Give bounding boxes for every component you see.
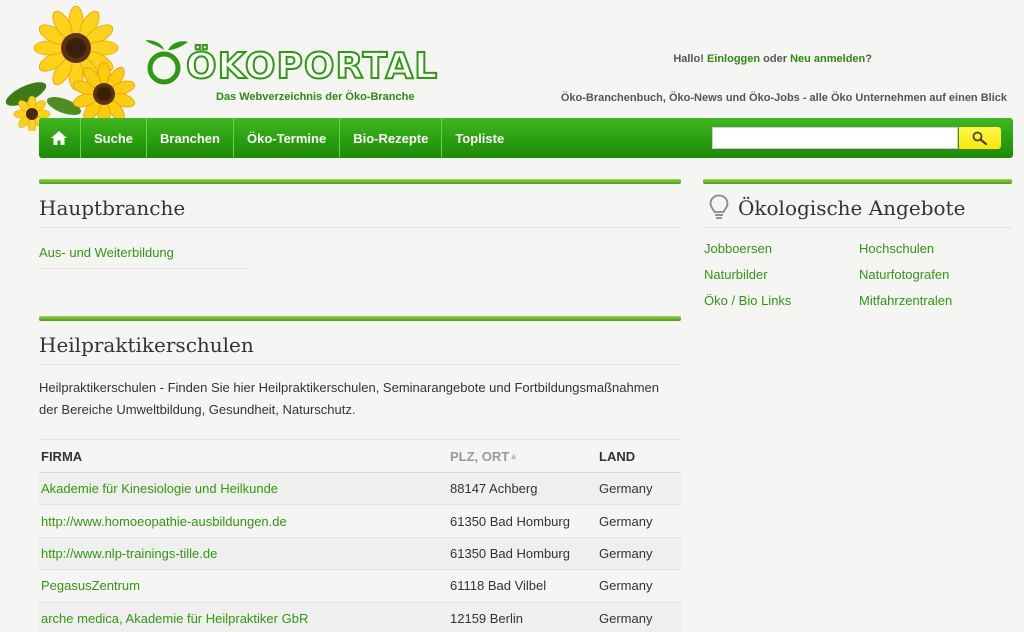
firm-country: Germany — [597, 504, 681, 538]
register-link[interactable]: Neu anmelden — [790, 53, 865, 65]
table-row: http://www.homoeopathie-ausbildungen.de … — [39, 504, 681, 538]
firm-link[interactable]: http://www.nlp-trainings-tille.de — [41, 546, 217, 561]
firm-location: 61350 Bad Homburg — [448, 537, 597, 571]
tagline: Das Webverzeichnis der Öko-Branche — [216, 91, 415, 103]
firm-location: 88147 Achberg — [448, 472, 597, 506]
offer-link-naturfotografen[interactable]: Naturfotografen — [859, 266, 1012, 284]
search-button[interactable] — [959, 127, 1001, 149]
nav-bio-rezepte[interactable]: Bio-Rezepte — [340, 118, 443, 158]
table-row: PegasusZentrum 61118 Bad Vilbel Germany — [39, 569, 681, 603]
divider — [39, 227, 681, 228]
nav-home[interactable] — [39, 118, 81, 158]
category-title: Heilpraktikerschulen — [39, 333, 254, 357]
site-logo[interactable]: ÖKOPORTAL — [140, 28, 440, 90]
leaf-o-logo-icon — [146, 40, 188, 85]
category-description: Heilpraktikerschulen - Finden Sie hier H… — [39, 380, 659, 417]
sort-up-icon: ▲ — [509, 450, 519, 461]
table-row: arche medica, Akademie für Heilpraktiker… — [39, 602, 681, 632]
offer-link-hochschulen[interactable]: Hochschulen — [859, 240, 1012, 258]
main-branch-title: Hauptbranche — [39, 196, 186, 220]
search-input[interactable] — [712, 127, 958, 149]
logo-text: ÖKOPORTAL — [185, 45, 439, 88]
firm-location: 61118 Bad Vilbel — [448, 569, 597, 603]
main-nav: Suche Branchen Öko-Termine Bio-Rezepte T… — [39, 118, 1013, 158]
sunflower-logo-icon — [5, 6, 135, 131]
offers-title: Ökologische Angebote — [738, 196, 966, 220]
table-row: http://www.nlp-trainings-tille.de 61350 … — [39, 537, 681, 571]
section-bar — [39, 179, 681, 184]
firm-link[interactable]: arche medica, Akademie für Heilpraktiker… — [41, 611, 308, 626]
column-plz-ort[interactable]: PLZ, ORT▲ — [448, 439, 597, 473]
firm-country: Germany — [597, 472, 681, 506]
firm-table: FIRMA PLZ, ORT▲ LAND Akademie für Kinesi… — [39, 439, 681, 632]
lightbulb-icon — [709, 194, 729, 219]
divider — [39, 364, 681, 365]
login-area: Hallo! Einloggen oder Neu anmelden? — [673, 53, 872, 65]
greeting: Hallo! — [673, 53, 704, 65]
search-icon — [972, 131, 988, 145]
question-mark: ? — [865, 53, 872, 65]
section-bar — [703, 179, 1012, 184]
nav-branchen[interactable]: Branchen — [147, 118, 234, 158]
section-bar — [39, 316, 681, 321]
table-row: Akademie für Kinesiologie und Heilkunde … — [39, 472, 681, 506]
offers-grid: Jobboersen Hochschulen Naturbilder Natur… — [704, 240, 1012, 310]
offer-link-mitfahrzentralen[interactable]: Mitfahrzentralen — [859, 292, 1012, 310]
firm-link[interactable]: http://www.homoeopathie-ausbildungen.de — [41, 514, 287, 529]
divider — [703, 227, 1012, 228]
offer-link-jobboersen[interactable]: Jobboersen — [704, 240, 859, 258]
main-branch-link[interactable]: Aus- und Weiterbildung — [39, 245, 174, 260]
firm-location: 12159 Berlin — [448, 602, 597, 632]
table-header-row: FIRMA PLZ, ORT▲ LAND — [39, 439, 681, 473]
divider — [39, 268, 247, 269]
column-firma[interactable]: FIRMA — [39, 439, 448, 473]
firm-link[interactable]: Akademie für Kinesiologie und Heilkunde — [41, 481, 278, 496]
nav-oeko-termine[interactable]: Öko-Termine — [234, 118, 341, 158]
home-icon — [51, 131, 67, 145]
nav-topliste[interactable]: Topliste — [442, 118, 517, 158]
column-land[interactable]: LAND — [597, 439, 681, 473]
header: ÖKOPORTAL Das Webverzeichnis der Öko-Bra… — [0, 0, 1024, 131]
slogan: Öko-Branchenbuch, Öko-News und Öko-Jobs … — [560, 92, 1007, 104]
firm-link[interactable]: PegasusZentrum — [41, 578, 140, 593]
firm-country: Germany — [597, 602, 681, 632]
firm-location: 61350 Bad Homburg — [448, 504, 597, 538]
firm-country: Germany — [597, 569, 681, 603]
nav-suche[interactable]: Suche — [81, 118, 148, 158]
offer-link-oeko-bio-links[interactable]: Öko / Bio Links — [704, 292, 859, 310]
firm-country: Germany — [597, 537, 681, 571]
or-text: oder — [763, 53, 788, 65]
offer-link-naturbilder[interactable]: Naturbilder — [704, 266, 859, 284]
login-link[interactable]: Einloggen — [707, 53, 760, 65]
